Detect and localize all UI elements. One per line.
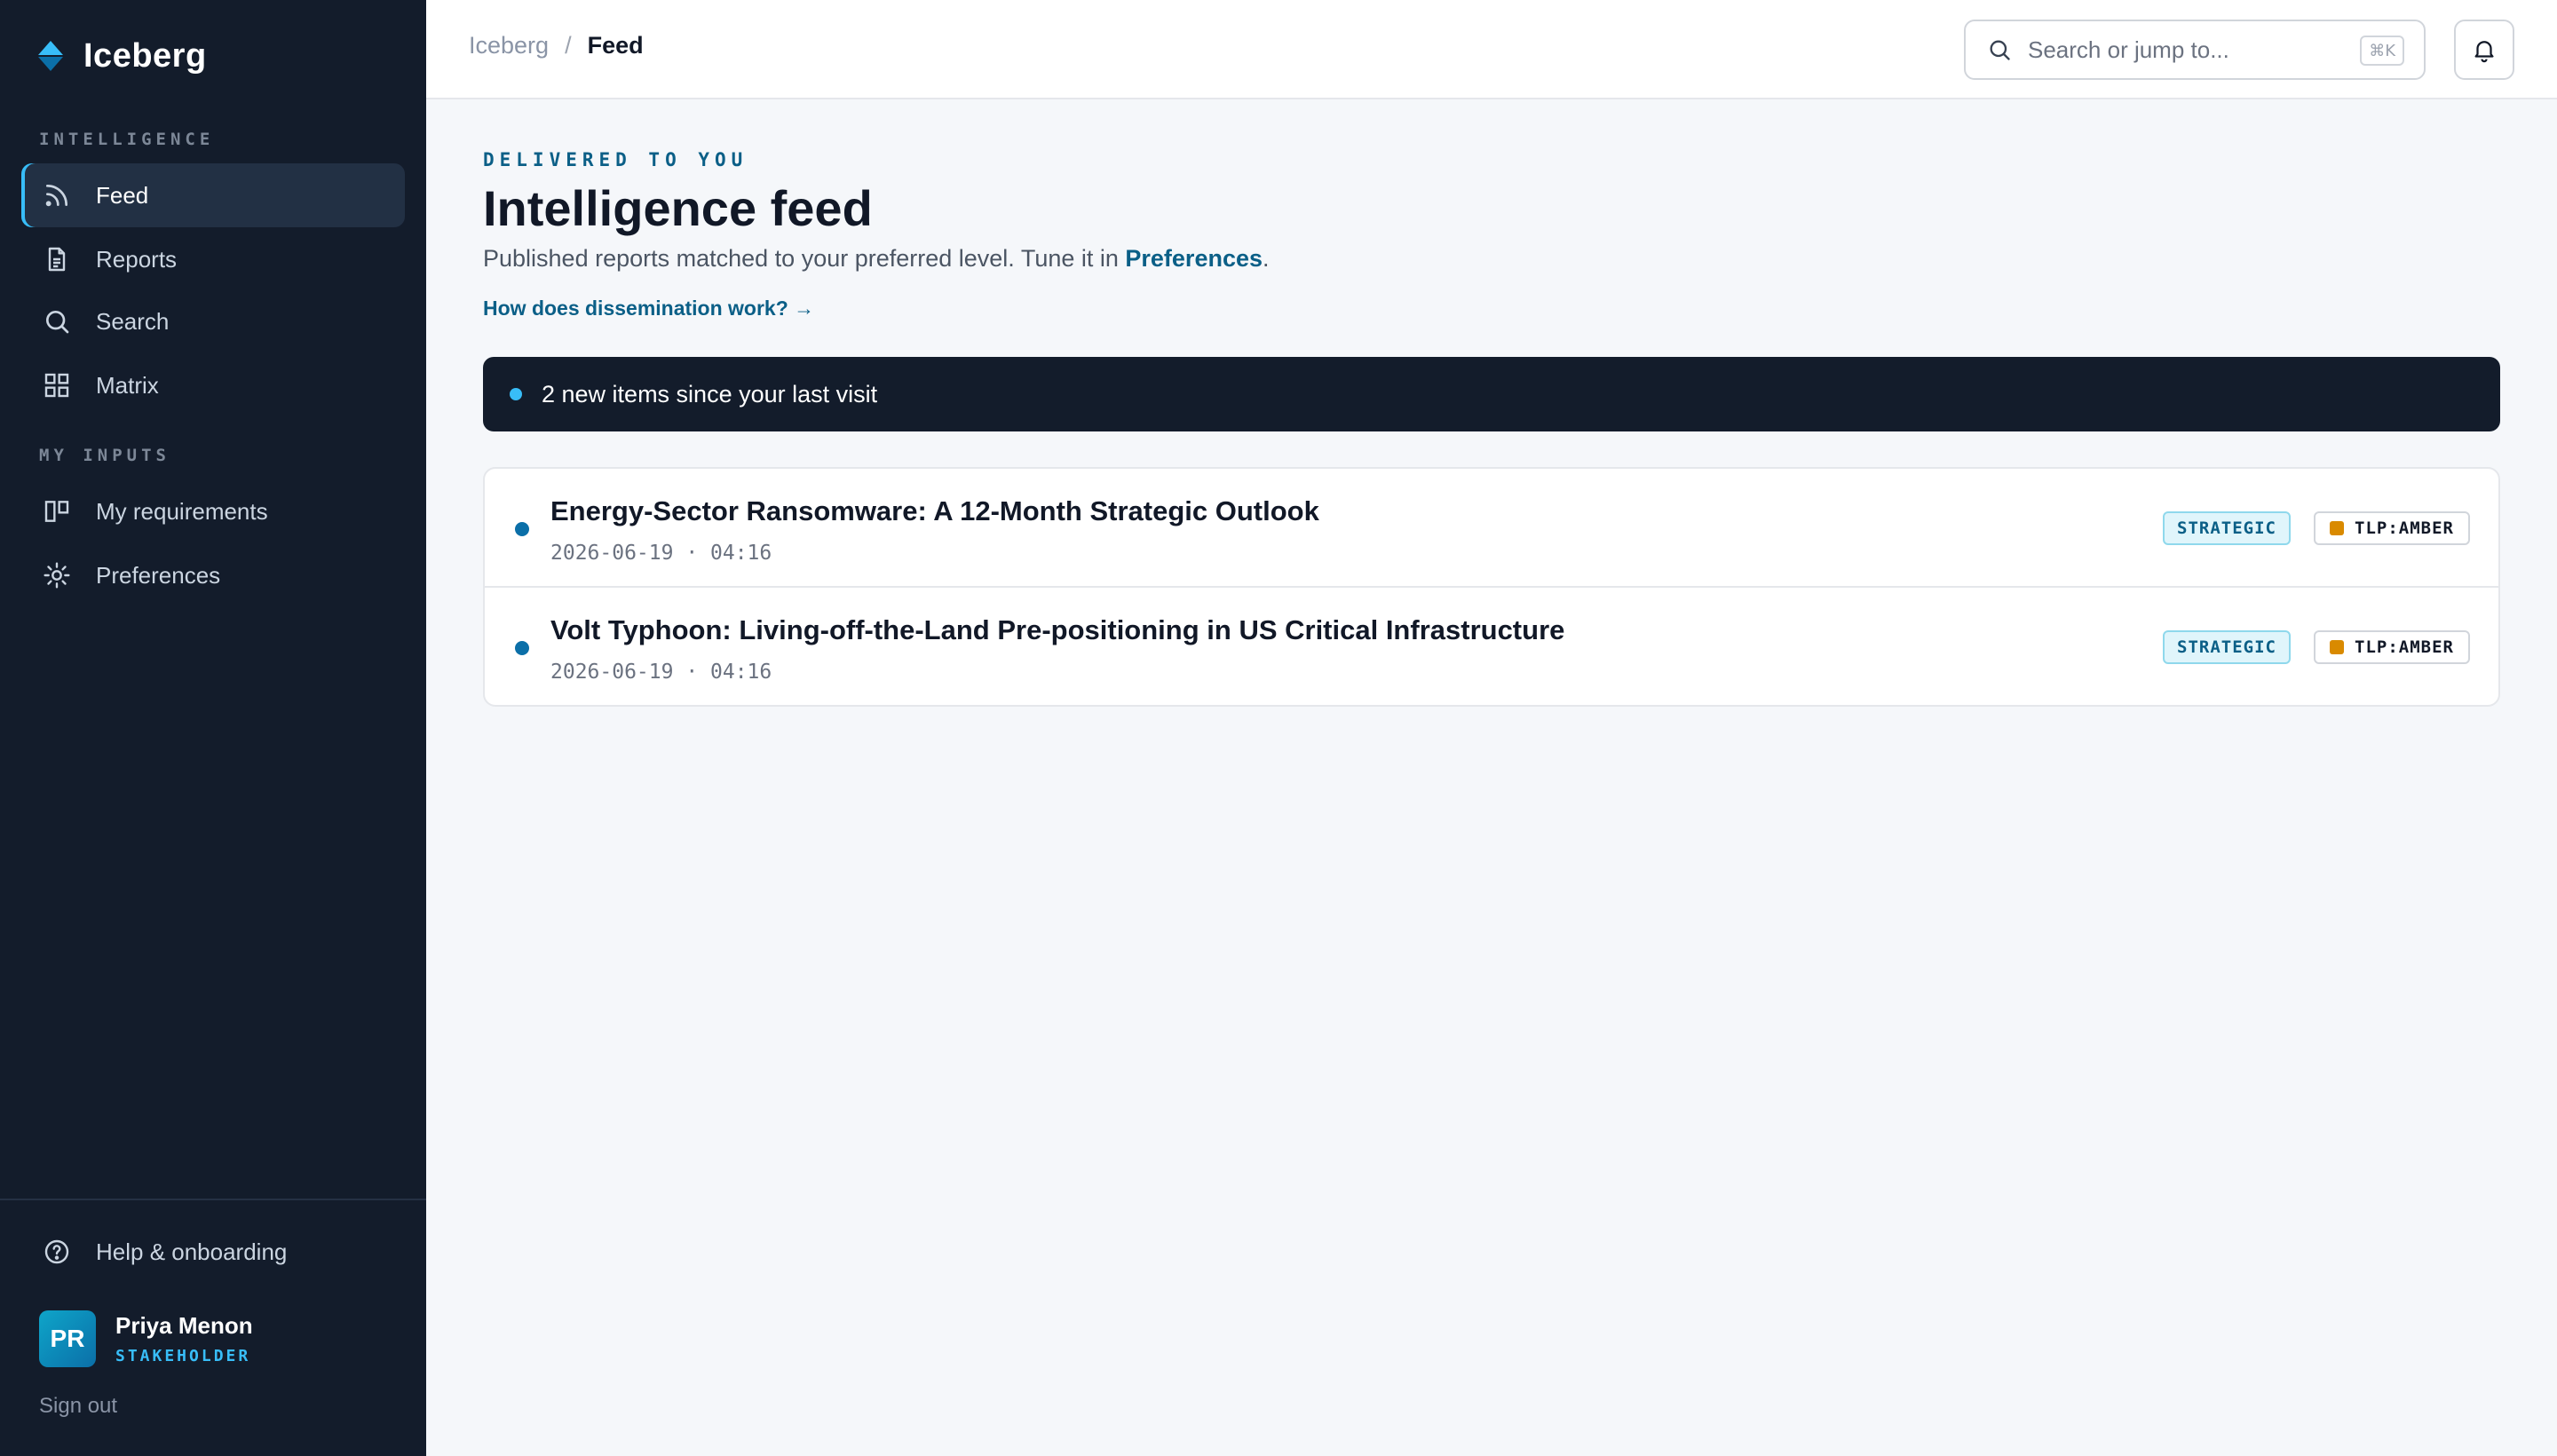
page-title: Intelligence feed: [483, 180, 873, 236]
sidebar-item-my-requirements[interactable]: My requirements: [21, 479, 405, 543]
help-label: Help & onboarding: [96, 1238, 288, 1265]
sidebar-item-reports[interactable]: Reports: [21, 227, 405, 291]
page-subtitle: Published reports matched to your prefer…: [483, 245, 1270, 273]
feed-item-title: Volt Typhoon: Living-off-the-Land Pre-po…: [550, 614, 1565, 645]
section-label-intelligence: INTELLIGENCE: [39, 130, 215, 149]
sidebar-item-label: Reports: [96, 245, 178, 273]
user-name: Priya Menon: [115, 1312, 253, 1339]
global-search[interactable]: ⌘K: [1964, 20, 2426, 80]
tlp-badge: TLP:AMBER: [2314, 630, 2470, 664]
subtitle-suffix: .: [1263, 245, 1270, 272]
new-indicator-dot: [510, 388, 522, 400]
shortcut-hint: ⌘K: [2360, 36, 2404, 66]
avatar: PR: [39, 1310, 96, 1367]
sidebar-divider: [0, 1199, 426, 1200]
level-badge: STRATEGIC: [2163, 511, 2291, 545]
subtitle-text: Published reports matched to your prefer…: [483, 245, 1126, 272]
breadcrumb-root[interactable]: Iceberg: [469, 32, 549, 59]
sidebar-item-label: Search: [96, 307, 170, 335]
sidebar-item-search[interactable]: Search: [21, 289, 405, 353]
preferences-link[interactable]: Preferences: [1125, 245, 1263, 272]
level-badge: STRATEGIC: [2163, 630, 2291, 664]
feed-list: Energy-Sector Ransomware: A 12-Month Str…: [483, 467, 2500, 707]
sidebar-item-label: Preferences: [96, 561, 221, 589]
sidebar-item-matrix[interactable]: Matrix: [21, 353, 405, 417]
notifications-button[interactable]: [2454, 20, 2514, 80]
user-role: STAKEHOLDER: [115, 1347, 251, 1365]
sidebar-item-label: Matrix: [96, 371, 159, 399]
document-icon: [48, 247, 66, 272]
unread-dot: [515, 641, 529, 655]
feed-item[interactable]: Volt Typhoon: Living-off-the-Land Pre-po…: [485, 588, 2498, 705]
sidebar-item-label: My requirements: [96, 497, 268, 525]
rss-icon: [45, 185, 67, 207]
sidebar-item-feed[interactable]: Feed: [21, 163, 405, 227]
tlp-label: TLP:AMBER: [2355, 518, 2454, 538]
user-profile[interactable]: PR Priya Menon STAKEHOLDER: [39, 1310, 253, 1367]
feed-item[interactable]: Energy-Sector Ransomware: A 12-Month Str…: [485, 469, 2498, 588]
feed-item-title: Energy-Sector Ransomware: A 12-Month Str…: [550, 495, 1319, 526]
tlp-amber-swatch: [2330, 640, 2345, 654]
tlp-amber-swatch: [2330, 521, 2345, 535]
help-circle-icon: [44, 1239, 69, 1264]
search-input[interactable]: [2028, 36, 2347, 64]
tlp-label: TLP:AMBER: [2355, 637, 2454, 657]
help-onboarding-link[interactable]: Help & onboarding: [43, 1230, 287, 1273]
section-label-my-inputs: MY INPUTS: [39, 446, 170, 465]
banner-text: 2 new items since your last visit: [542, 380, 878, 408]
sidebar-item-label: Feed: [96, 181, 149, 209]
bell-icon: [2474, 41, 2494, 63]
feed-item-timestamp: 2026-06-19 · 04:16: [550, 542, 772, 565]
tlp-badge: TLP:AMBER: [2314, 511, 2470, 545]
iceberg-logo-icon: [38, 41, 63, 71]
breadcrumb-current: Feed: [587, 32, 644, 59]
feed-item-timestamp: 2026-06-19 · 04:16: [550, 661, 772, 684]
breadcrumb-separator: /: [565, 32, 572, 59]
search-icon: [46, 311, 69, 334]
breadcrumb: Iceberg / Feed: [469, 32, 644, 59]
unread-dot: [515, 522, 529, 536]
sign-out-link[interactable]: Sign out: [39, 1394, 117, 1419]
sidebar-item-preferences[interactable]: Preferences: [21, 543, 405, 607]
columns-icon: [44, 501, 69, 522]
sidebar: Iceberg INTELLIGENCE Feed Reports Search…: [0, 0, 426, 1456]
topbar: Iceberg / Feed ⌘K: [426, 0, 2557, 99]
brand[interactable]: Iceberg: [37, 34, 207, 78]
brand-name: Iceberg: [83, 36, 207, 75]
search-icon: [1990, 40, 2010, 60]
sun-gear-icon: [44, 562, 70, 589]
dissemination-help-link[interactable]: How does dissemination work? →: [483, 297, 814, 320]
grid-icon: [44, 373, 69, 398]
new-items-banner: 2 new items since your last visit: [483, 357, 2500, 431]
page-eyebrow: DELIVERED TO YOU: [483, 149, 748, 170]
